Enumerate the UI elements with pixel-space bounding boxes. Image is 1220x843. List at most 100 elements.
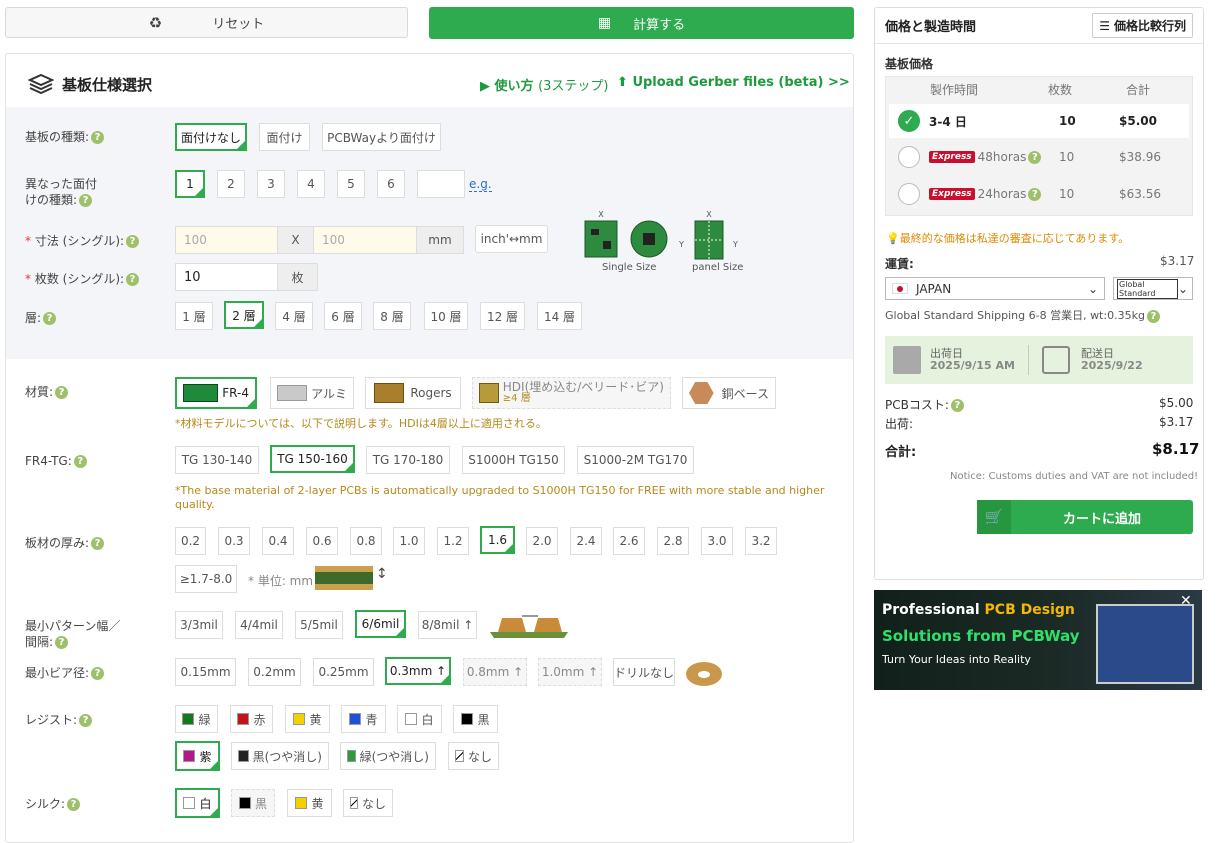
layer-6[interactable]: 6 層 [324,302,362,330]
help-icon[interactable]: ? [126,273,140,286]
thickness-1.6[interactable]: 1.6 [480,526,515,554]
help-icon[interactable]: ? [91,131,105,144]
resist-purple[interactable]: 紫 [175,741,220,771]
layer-14[interactable]: 14 層 [537,302,582,330]
howto-link[interactable]: ▶ 使い方 (3ステップ) [480,75,609,94]
material-copper[interactable]: 銅ベース [682,377,776,409]
material-fr4[interactable]: FR-4 [175,377,257,409]
resist-yellow[interactable]: 黄 [285,705,330,733]
thickness-0.8[interactable]: 0.8 [350,527,382,555]
compare-matrix-button[interactable]: ☰ 価格比較行列 [1092,13,1193,38]
thickness-0.6[interactable]: 0.6 [306,527,338,555]
thickness-2.6[interactable]: 2.6 [613,527,645,555]
help-icon[interactable]: ? [1146,309,1160,323]
resist-white[interactable]: 白 [397,705,442,733]
trace-3mil[interactable]: 3/3mil [175,611,223,639]
help-icon[interactable]: ? [1028,150,1042,164]
help-icon[interactable]: ? [73,455,87,468]
designs-custom-input[interactable] [417,170,465,198]
designs-2[interactable]: 2 [217,170,245,198]
silk-yellow[interactable]: 黄 [287,789,332,817]
layer-4[interactable]: 4 層 [275,302,313,330]
ad-banner[interactable]: Professional PCB Design Solutions from P… [874,590,1202,690]
help-icon[interactable]: ? [67,798,81,811]
board-type-pcbway-panel[interactable]: PCBWayより面付け [322,123,441,151]
trace-6mil[interactable]: 6/6mil [355,610,406,638]
thickness-2.0[interactable]: 2.0 [526,527,558,555]
resist-none[interactable]: なし [448,742,499,770]
thickness-3.2[interactable]: 3.2 [745,527,777,555]
trace-5mil[interactable]: 5/5mil [295,611,343,639]
via-0.8[interactable]: 0.8mm ↑ [463,658,527,686]
resist-blue[interactable]: 青 [341,705,386,733]
thickness-0.3[interactable]: 0.3 [218,527,250,555]
resist-matte-green[interactable]: 緑(つや消し) [340,742,436,770]
tg-s1000h[interactable]: S1000H TG150 [462,446,565,474]
help-icon[interactable]: ? [79,714,93,727]
price-row-standard[interactable]: ✓ 3-4 日 10 $5.00 [889,104,1189,138]
help-icon[interactable]: ? [126,235,140,248]
silk-black[interactable]: 黒 [231,789,275,817]
via-0.15[interactable]: 0.15mm [175,658,236,686]
material-rogers[interactable]: Rogers [365,377,461,409]
calculate-button[interactable]: ▦ 計算する [429,7,854,39]
thickness-0.4[interactable]: 0.4 [262,527,294,555]
layer-8[interactable]: 8 層 [373,302,411,330]
designs-example-link[interactable]: e.g. [469,177,492,192]
designs-3[interactable]: 3 [257,170,285,198]
reset-button[interactable]: ♻ リセット [5,7,408,38]
thickness-2.8[interactable]: 2.8 [657,527,689,555]
designs-5[interactable]: 5 [337,170,365,198]
help-icon[interactable]: ? [79,194,93,207]
tg-130[interactable]: TG 130-140 [175,446,259,474]
help-icon[interactable]: ? [91,667,105,680]
add-to-cart-button[interactable]: 🛒 カートに追加 [977,500,1193,534]
tg-170[interactable]: TG 170-180 [366,446,450,474]
carrier-select[interactable]: Global Standard ⌄ [1113,277,1193,300]
via-no-drill[interactable]: ドリルなし [613,658,675,686]
via-0.25[interactable]: 0.25mm [313,658,374,686]
resist-black[interactable]: 黒 [453,705,498,733]
close-icon[interactable]: ✕ [1180,593,1192,609]
thickness-1.2[interactable]: 1.2 [437,527,469,555]
help-icon[interactable]: ? [1028,187,1042,201]
upload-gerber-link[interactable]: ⬆ Upload Gerber files (beta) >> [617,75,850,90]
help-icon[interactable]: ? [950,399,964,412]
layer-2[interactable]: 2 層 [224,301,264,329]
help-icon[interactable]: ? [43,312,57,325]
material-aluminum[interactable]: アルミ [270,377,354,409]
qty-input[interactable]: 10 [175,263,278,291]
thickness-custom[interactable]: ≥1.7-8.0 [175,565,237,593]
thickness-3.0[interactable]: 3.0 [701,527,733,555]
via-0.2[interactable]: 0.2mm [248,658,301,686]
thickness-0.2[interactable]: 0.2 [175,527,206,555]
via-1.0[interactable]: 1.0mm ↑ [538,658,602,686]
trace-4mil[interactable]: 4/4mil [235,611,283,639]
country-select[interactable]: JAPAN ⌄ [885,277,1105,300]
help-icon[interactable]: ? [55,636,69,649]
layer-1[interactable]: 1 層 [175,302,213,330]
thickness-1.0[interactable]: 1.0 [393,527,425,555]
board-type-panel[interactable]: 面付け [259,123,310,151]
trace-8mil[interactable]: 8/8mil ↑ [418,611,477,639]
material-hdi[interactable]: HDI(埋め込む/ベリード･ビア) ≥4 層 [472,377,671,409]
help-icon[interactable]: ? [91,537,105,550]
designs-1[interactable]: 1 [175,170,205,198]
silk-white[interactable]: 白 [175,788,220,818]
price-row-24h[interactable]: Express 24horas? 10 $63.56 [889,177,1189,211]
resist-matte-black[interactable]: 黒(つや消し) [231,742,329,770]
designs-4[interactable]: 4 [297,170,325,198]
resist-red[interactable]: 赤 [230,705,273,733]
layer-12[interactable]: 12 層 [480,302,525,330]
thickness-2.4[interactable]: 2.4 [570,527,602,555]
board-type-single[interactable]: 面付けなし [175,123,247,151]
tg-s1000-2m[interactable]: S1000-2M TG170 [577,446,694,474]
via-0.3[interactable]: 0.3mm ↑ [385,657,451,685]
layer-10[interactable]: 10 層 [424,302,468,330]
height-input[interactable]: 100 [313,226,417,254]
designs-6[interactable]: 6 [377,170,405,198]
price-row-48h[interactable]: Express 48horas? 10 $38.96 [889,140,1189,174]
silk-none[interactable]: なし [343,789,393,817]
unit-convert-button[interactable]: inch'↔mm [475,225,548,253]
resist-green[interactable]: 緑 [175,705,218,733]
